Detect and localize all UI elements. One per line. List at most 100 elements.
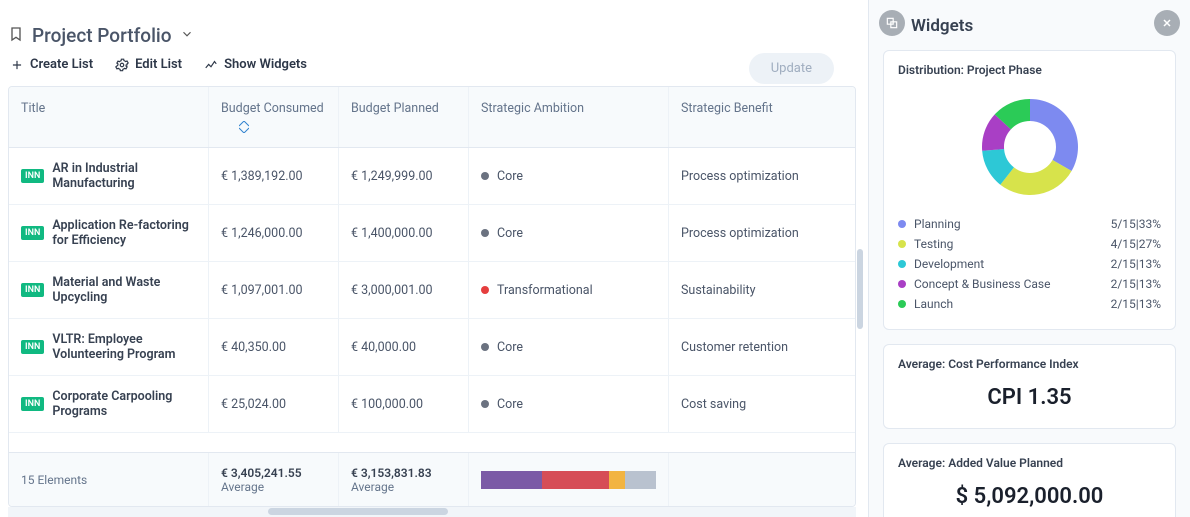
table-footer: 15 Elements € 3,405,241.55 Average € 3,1… (9, 452, 855, 506)
widgets-panel: Widgets Distribution: Project Phase Plan… (868, 0, 1190, 517)
cell-benefit: Process optimization (669, 205, 829, 261)
bookmark-icon[interactable] (8, 26, 24, 46)
table-row[interactable]: INNCorporate Carpooling Programs€ 25,024… (9, 376, 855, 433)
legend-item: Launch 2/15|13% (898, 297, 1161, 311)
added-value-value: $ 5,092,000.00 (898, 480, 1161, 515)
vertical-scrollbar[interactable] (857, 249, 863, 329)
widget-added-value-title: Average: Added Value Planned (898, 456, 1161, 470)
legend-label: Testing (914, 237, 953, 251)
cell-budget-planned: € 40,000.00 (339, 319, 469, 375)
create-list-button[interactable]: Create List (10, 57, 93, 72)
badge: INN (21, 283, 44, 297)
edit-list-button[interactable]: Edit List (115, 57, 182, 72)
page-header: Project Portfolio (8, 8, 856, 57)
legend-value: 2/15|13% (1111, 297, 1161, 311)
update-label: Update (771, 61, 812, 76)
stacked-bar (481, 471, 656, 489)
widget-distribution-title: Distribution: Project Phase (898, 63, 1161, 77)
footer-elements: 15 Elements (9, 453, 209, 506)
cell-ambition: Core (469, 376, 669, 432)
legend-item: Concept & Business Case 2/15|13% (898, 277, 1161, 291)
footer-benefit (669, 453, 829, 506)
update-button[interactable]: Update (749, 53, 834, 84)
col-header-budget-planned[interactable]: Budget Planned (339, 87, 469, 147)
sort-icon[interactable] (239, 121, 249, 133)
table-row[interactable]: INNVLTR: Employee Volunteering Program€ … (9, 319, 855, 376)
panel-fullscreen-button[interactable] (879, 10, 905, 36)
cell-ambition: Core (469, 319, 669, 375)
col-header-title[interactable]: Title (9, 87, 209, 147)
col-header-strategic-ambition[interactable]: Strategic Ambition (469, 87, 669, 147)
bar-segment (625, 471, 657, 489)
table-row[interactable]: INNApplication Re-factoring for Efficien… (9, 205, 855, 262)
cell-benefit: Process optimization (669, 148, 829, 204)
legend-item: Testing 4/15|27% (898, 237, 1161, 251)
scrollbar-thumb[interactable] (268, 508, 448, 515)
cpi-value: CPI 1.35 (898, 381, 1161, 416)
cell-title: INNAR in Industrial Manufacturing (9, 148, 209, 204)
cell-budget-consumed: € 40,350.00 (209, 319, 339, 375)
show-widgets-button[interactable]: Show Widgets (204, 57, 307, 72)
donut-chart (898, 87, 1161, 207)
table-body[interactable]: INNAR in Industrial Manufacturing€ 1,389… (9, 148, 855, 452)
cell-title: INNCorporate Carpooling Programs (9, 376, 209, 432)
legend-label: Concept & Business Case (914, 277, 1050, 291)
table-header-row: Title Budget Consumed Budget Planned Str… (9, 87, 855, 148)
legend-value: 2/15|13% (1111, 277, 1161, 291)
legend-label: Launch (914, 297, 953, 311)
legend-dot-icon (898, 280, 906, 288)
badge: INN (21, 169, 44, 183)
cell-ambition: Transformational (469, 262, 669, 318)
cell-benefit: Sustainability (669, 262, 829, 318)
badge: INN (21, 340, 44, 354)
cell-budget-consumed: € 1,246,000.00 (209, 205, 339, 261)
cell-benefit: Cost saving (669, 376, 829, 432)
project-table: Title Budget Consumed Budget Planned Str… (8, 86, 856, 507)
horizontal-scrollbar[interactable] (8, 507, 856, 517)
edit-list-label: Edit List (135, 57, 182, 72)
col-header-strategic-benefit[interactable]: Strategic Benefit (669, 87, 829, 147)
legend-dot-icon (898, 300, 906, 308)
widget-added-value: Average: Added Value Planned $ 5,092,000… (883, 443, 1176, 517)
show-widgets-label: Show Widgets (224, 57, 307, 72)
cell-title: INNMaterial and Waste Upcycling (9, 262, 209, 318)
col-header-budget-consumed[interactable]: Budget Consumed (209, 87, 339, 147)
legend-dot-icon (898, 260, 906, 268)
toolbar: Create List Edit List Show Widgets Updat… (8, 57, 856, 86)
cell-ambition: Core (469, 148, 669, 204)
bar-segment (609, 471, 625, 489)
legend-dot-icon (898, 220, 906, 228)
cell-budget-consumed: € 1,097,001.00 (209, 262, 339, 318)
legend-value: 2/15|13% (1111, 257, 1161, 271)
close-button[interactable] (1154, 10, 1180, 36)
badge: INN (21, 226, 44, 240)
legend-label: Development (914, 257, 984, 271)
cell-budget-consumed: € 25,024.00 (209, 376, 339, 432)
widget-cpi-title: Average: Cost Performance Index (898, 357, 1161, 371)
legend-dot-icon (898, 240, 906, 248)
cell-title: INNApplication Re-factoring for Efficien… (9, 205, 209, 261)
footer-ambition-chart (469, 453, 669, 506)
table-row[interactable]: INNMaterial and Waste Upcycling€ 1,097,0… (9, 262, 855, 319)
cell-budget-planned: € 100,000.00 (339, 376, 469, 432)
main-content: Project Portfolio Create List Edit List … (0, 0, 868, 517)
bar-segment (542, 471, 609, 489)
cell-title: INNVLTR: Employee Volunteering Program (9, 319, 209, 375)
page-title: Project Portfolio (32, 24, 172, 47)
legend-value: 4/15|27% (1111, 237, 1161, 251)
widget-distribution: Distribution: Project Phase Planning 5/15… (883, 50, 1176, 330)
widgets-title: Widgets (911, 16, 1176, 36)
footer-budget-consumed: € 3,405,241.55 Average (209, 453, 339, 506)
cell-budget-consumed: € 1,389,192.00 (209, 148, 339, 204)
cell-budget-planned: € 3,000,001.00 (339, 262, 469, 318)
legend-item: Development 2/15|13% (898, 257, 1161, 271)
chart-legend: Planning 5/15|33% Testing 4/15|27% Developme… (898, 217, 1161, 311)
create-list-label: Create List (30, 57, 93, 72)
legend-item: Planning 5/15|33% (898, 217, 1161, 231)
donut-slice (1030, 99, 1078, 171)
legend-label: Planning (914, 217, 961, 231)
bar-segment (481, 471, 542, 489)
legend-value: 5/15|33% (1111, 217, 1161, 231)
table-row[interactable]: INNAR in Industrial Manufacturing€ 1,389… (9, 148, 855, 205)
chevron-down-icon[interactable] (180, 27, 194, 45)
